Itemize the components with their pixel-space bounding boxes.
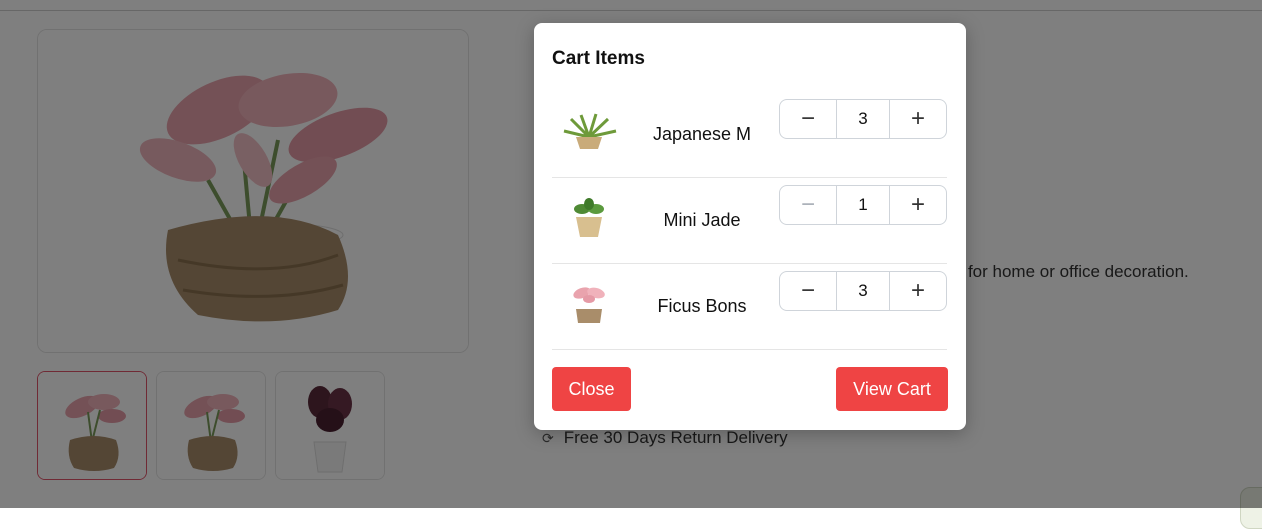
view-cart-button[interactable]: View Cart [836,367,948,411]
decrement-button[interactable]: − [780,272,836,310]
quantity-stepper: − 3 + [779,271,947,311]
quantity-stepper: − 3 + [779,99,947,139]
quantity-value: 3 [836,272,890,310]
cart-item-row: Ficus Bons − 3 + [552,263,947,350]
cart-item-name: Ficus Bons [657,296,747,316]
decrement-button[interactable]: − [780,100,836,138]
cart-item-row: Japanese M − 3 + [552,91,947,178]
decrement-button[interactable]: − [780,186,836,224]
modal-title: Cart Items [552,48,645,69]
product-thumbnail [563,113,617,149]
quantity-value: 3 [836,100,890,138]
cart-item-name: Mini Jade [663,210,741,230]
increment-button[interactable]: + [890,186,946,224]
quantity-value: 1 [836,186,890,224]
increment-button[interactable]: + [890,272,946,310]
close-button[interactable]: Close [552,367,631,411]
product-thumbnail [574,198,604,237]
cart-item-row: Mini Jade − 1 + [552,177,947,264]
quantity-stepper: − 1 + [779,185,947,225]
cart-item-name: Japanese M [652,124,752,144]
product-thumbnail [573,287,605,323]
increment-button[interactable]: + [890,100,946,138]
cart-modal: Cart Items Japanese M − 3 + Mini Jade − … [534,23,966,430]
